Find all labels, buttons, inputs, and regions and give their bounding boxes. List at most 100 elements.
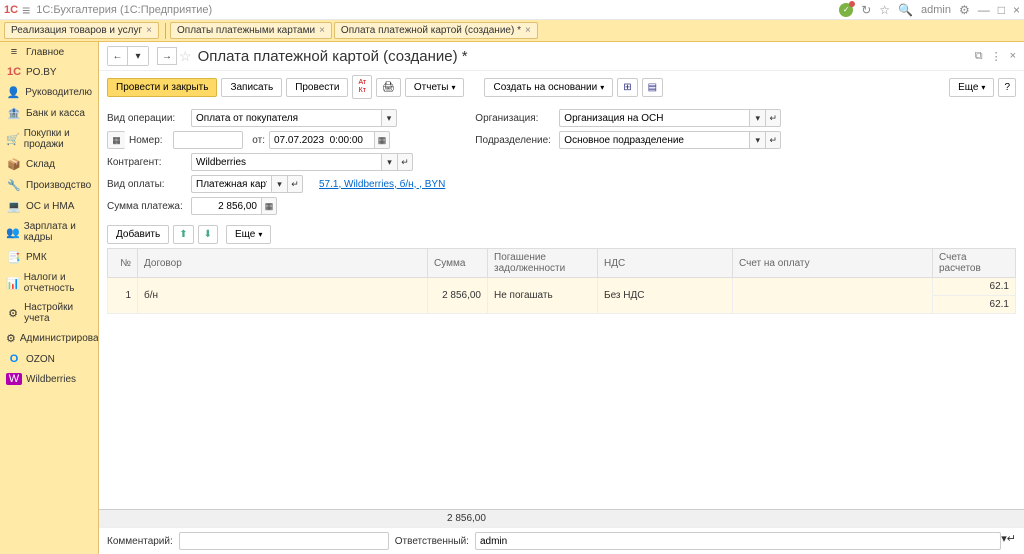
nav-back-button[interactable]: ← bbox=[108, 47, 128, 65]
create-based-on-button[interactable]: Создать на основании▾ bbox=[484, 78, 613, 97]
open-icon[interactable]: ↵ bbox=[1007, 532, 1016, 550]
sidebar-item-taxes[interactable]: 📊Налоги и отчетность bbox=[0, 268, 98, 298]
post-and-close-button[interactable]: Провести и закрыть bbox=[107, 78, 217, 97]
sidebar-item-main[interactable]: ≡Главное bbox=[0, 42, 98, 62]
more-button[interactable]: Еще▾ bbox=[949, 78, 994, 97]
favorite-icon[interactable]: ☆ bbox=[179, 48, 192, 65]
wrench-icon: 🔧 bbox=[6, 179, 22, 192]
nav-forward-button[interactable]: → bbox=[157, 47, 177, 65]
open-icon[interactable]: ↵ bbox=[397, 153, 413, 171]
seal-button[interactable]: ▤ bbox=[642, 78, 663, 97]
add-row-button[interactable]: Добавить bbox=[107, 225, 169, 244]
tab-close-icon[interactable]: × bbox=[319, 25, 325, 36]
save-button[interactable]: Записать bbox=[221, 78, 282, 97]
search-icon[interactable]: 🔍 bbox=[898, 3, 913, 17]
tab-card-payment-create[interactable]: Оплата платежной картой (создание) *× bbox=[334, 22, 538, 39]
hamburger-icon[interactable]: ≡ bbox=[22, 2, 30, 18]
comment-input[interactable] bbox=[179, 532, 389, 550]
op-type-input[interactable] bbox=[191, 109, 381, 127]
total-sum: 2 856,00 bbox=[447, 513, 486, 524]
col-sum[interactable]: Сумма bbox=[428, 249, 488, 278]
tab-realization[interactable]: Реализация товаров и услуг× bbox=[4, 22, 159, 39]
dt-kt-button[interactable]: АтКт bbox=[352, 75, 372, 99]
more-menu-icon[interactable]: ⋮ bbox=[991, 50, 1002, 63]
post-button[interactable]: Провести bbox=[286, 78, 348, 97]
username-label: admin bbox=[921, 4, 951, 16]
sidebar-item-poby[interactable]: 1СPO.BY bbox=[0, 62, 98, 82]
minimize-icon[interactable]: — bbox=[978, 3, 990, 17]
maximize-icon[interactable]: □ bbox=[998, 3, 1005, 17]
org-input[interactable] bbox=[559, 109, 749, 127]
sidebar-item-bank[interactable]: 🏦Банк и касса bbox=[0, 103, 98, 124]
dropdown-icon[interactable]: ▾ bbox=[381, 109, 397, 127]
number-input[interactable] bbox=[173, 131, 243, 149]
sidebar-item-warehouse[interactable]: 📦Склад bbox=[0, 154, 98, 175]
tab-close-icon[interactable]: × bbox=[525, 25, 531, 36]
computer-icon: 💻 bbox=[6, 200, 22, 213]
date-input[interactable] bbox=[269, 131, 374, 149]
structure-button[interactable]: ⊞ bbox=[617, 78, 637, 97]
op-type-label: Вид операции: bbox=[107, 113, 187, 124]
title-bar: 1C ≡ 1С:Бухгалтерия (1С:Предприятие) ✓ ↻… bbox=[0, 0, 1024, 20]
stamp-icon[interactable]: ▦ bbox=[107, 131, 125, 149]
open-icon[interactable]: ↵ bbox=[287, 175, 303, 193]
dropdown-icon[interactable]: ▾ bbox=[381, 153, 397, 171]
sidebar-item-settings[interactable]: ⚙Настройки учета bbox=[0, 298, 98, 328]
counterparty-label: Контрагент: bbox=[107, 157, 187, 168]
move-down-button[interactable]: ⬇ bbox=[198, 225, 218, 244]
col-repay[interactable]: Погашение задолженности bbox=[488, 249, 598, 278]
open-new-icon[interactable]: ⧉ bbox=[975, 50, 983, 63]
open-icon[interactable]: ↵ bbox=[765, 109, 781, 127]
sidebar-item-wildberries[interactable]: WWildberries bbox=[0, 369, 98, 389]
sidebar-item-rmk[interactable]: 📑РМК bbox=[0, 247, 98, 268]
tabs-bar: Реализация товаров и услуг× Оплаты плате… bbox=[0, 20, 1024, 42]
sidebar-item-assets[interactable]: 💻ОС и НМА bbox=[0, 196, 98, 217]
tab-close-icon[interactable]: × bbox=[146, 25, 152, 36]
sidebar-item-salary[interactable]: 👥Зарплата и кадры bbox=[0, 217, 98, 247]
help-button[interactable]: ? bbox=[998, 78, 1016, 97]
list-icon: ≡ bbox=[6, 46, 22, 58]
division-input[interactable] bbox=[559, 131, 749, 149]
doc-icon: 📑 bbox=[6, 251, 22, 264]
responsible-label: Ответственный: bbox=[395, 536, 469, 547]
sum-input[interactable] bbox=[191, 197, 261, 215]
dropdown-icon[interactable]: ▾ bbox=[749, 131, 765, 149]
notification-badge-icon[interactable]: ✓ bbox=[839, 3, 853, 17]
sidebar-item-purchases[interactable]: 🛒Покупки и продажи bbox=[0, 124, 98, 154]
move-up-button[interactable]: ⬆ bbox=[173, 225, 193, 244]
settings-icon[interactable]: ⚙ bbox=[959, 3, 970, 17]
col-invoice[interactable]: Счет на оплату bbox=[733, 249, 933, 278]
col-accounts[interactable]: Счета расчетов bbox=[933, 249, 1016, 278]
close-icon[interactable]: × bbox=[1013, 3, 1020, 17]
col-contract[interactable]: Договор bbox=[138, 249, 428, 278]
responsible-input[interactable] bbox=[475, 532, 1001, 550]
sidebar-item-manager[interactable]: 👤Руководителю bbox=[0, 82, 98, 103]
counterparty-input[interactable] bbox=[191, 153, 381, 171]
dropdown-icon[interactable]: ▾ bbox=[271, 175, 287, 193]
nav-dropdown-button[interactable]: ▾ bbox=[128, 47, 148, 65]
col-num[interactable]: № bbox=[108, 249, 138, 278]
calendar-icon[interactable]: ▦ bbox=[374, 131, 390, 149]
print-button[interactable]: 🖨 bbox=[376, 78, 401, 97]
payment-type-input[interactable] bbox=[191, 175, 271, 193]
dropdown-icon[interactable]: ▾ bbox=[749, 109, 765, 127]
history-icon[interactable]: ↻ bbox=[861, 3, 871, 17]
sidebar-item-production[interactable]: 🔧Производство bbox=[0, 175, 98, 196]
ozon-icon: O bbox=[6, 353, 22, 365]
calculator-icon[interactable]: ▦ bbox=[261, 197, 277, 215]
open-icon[interactable]: ↵ bbox=[765, 131, 781, 149]
reports-button[interactable]: Отчеты▾ bbox=[405, 78, 465, 97]
col-vat[interactable]: НДС bbox=[598, 249, 733, 278]
table-row[interactable]: 1 б/н 2 856,00 Не погашать Без НДС 62.1 bbox=[108, 278, 1016, 296]
payments-table[interactable]: № Договор Сумма Погашение задолженности … bbox=[107, 248, 1016, 314]
close-page-icon[interactable]: × bbox=[1010, 50, 1016, 63]
sidebar-item-admin[interactable]: ⚙Администрирование bbox=[0, 328, 98, 349]
table-more-button[interactable]: Еще▾ bbox=[226, 225, 271, 244]
table-toolbar: Добавить ⬆ ⬇ Еще▾ bbox=[99, 221, 1024, 248]
payment-account-link[interactable]: 57.1, Wildberries, б/н, , BYN bbox=[319, 179, 445, 190]
sidebar-item-ozon[interactable]: OOZON bbox=[0, 349, 98, 369]
tab-card-payments[interactable]: Оплаты платежными картами× bbox=[170, 22, 332, 39]
star-icon[interactable]: ☆ bbox=[879, 3, 890, 17]
number-label: Номер: bbox=[129, 135, 169, 146]
division-label: Подразделение: bbox=[475, 135, 555, 146]
